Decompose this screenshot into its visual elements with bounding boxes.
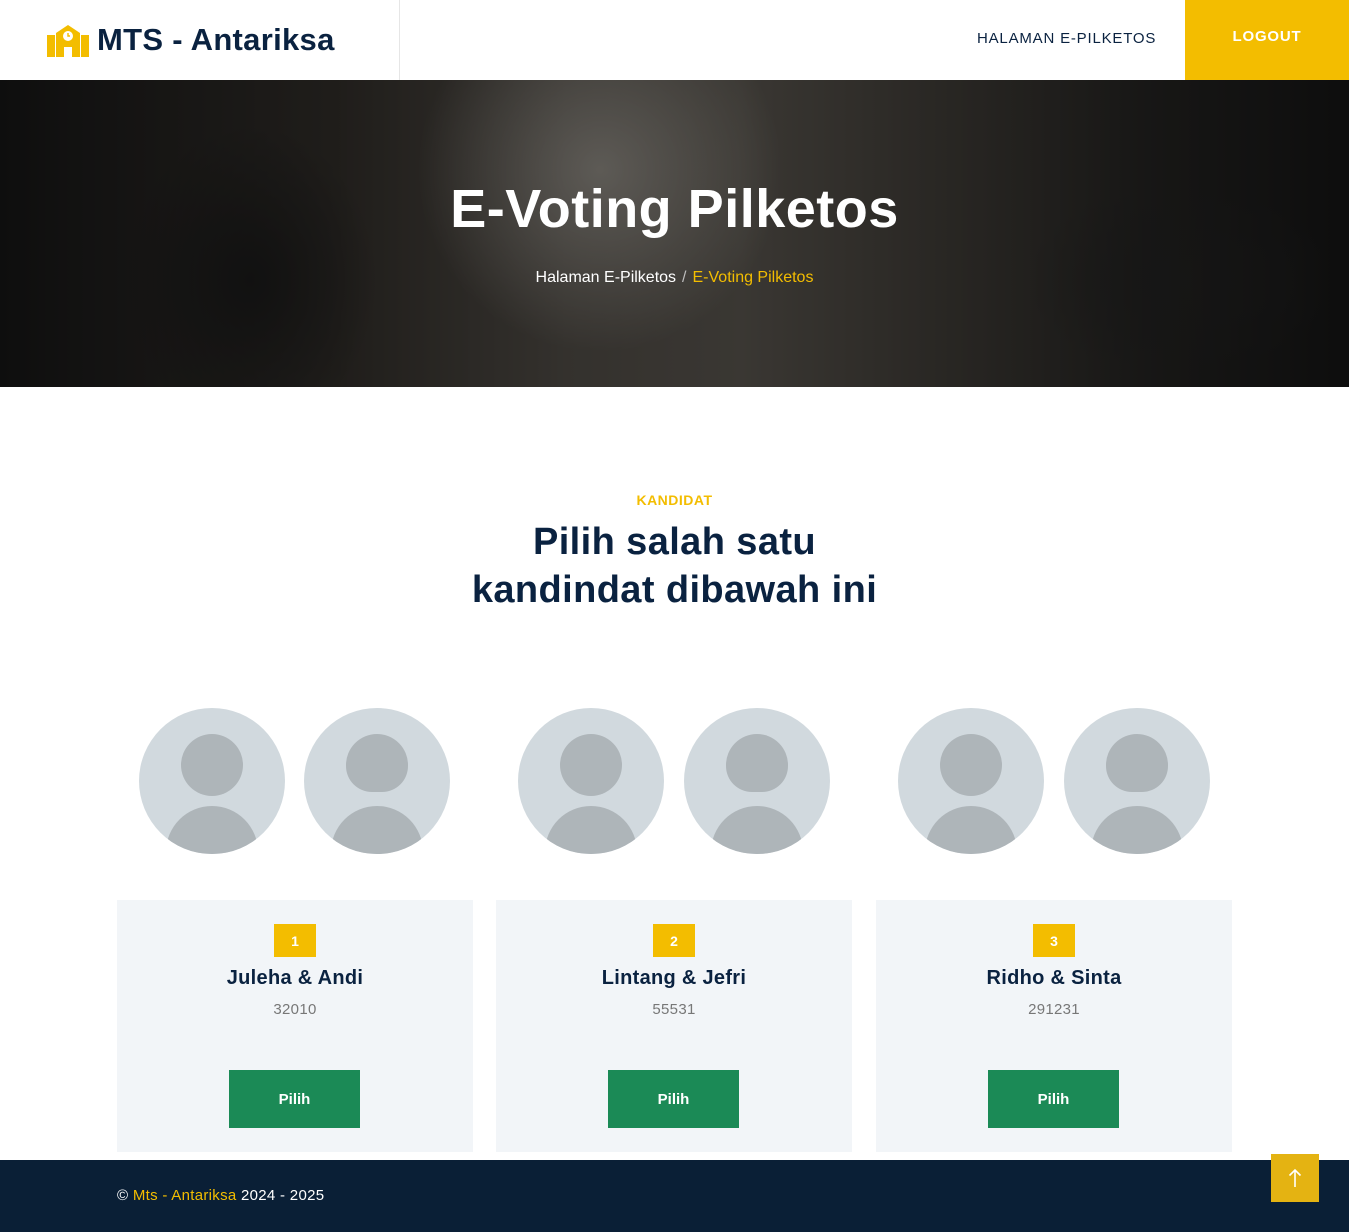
footer-copyright: © Mts - Antariksa 2024 - 2025 [117, 1187, 324, 1204]
user-placeholder-icon [560, 734, 622, 796]
candidate-card-3: 3 Ridho & Sinta 291231 Pilih [876, 900, 1232, 1152]
candidate-number-badge: 1 [274, 924, 316, 957]
candidate-card-2: 2 Lintang & Jefri 55531 Pilih [496, 900, 852, 1152]
brand[interactable]: MTS - Antariksa [0, 0, 400, 80]
candidate-name: Lintang & Jefri [601, 967, 747, 989]
logout-button[interactable]: LOGOUT [1185, 0, 1349, 80]
user-placeholder-icon [181, 734, 243, 796]
candidate-name: Ridho & Sinta [986, 967, 1122, 989]
pilih-button-2[interactable]: Pilih [608, 1070, 739, 1128]
footer-brand-link[interactable]: Mts - Antariksa [133, 1187, 237, 1204]
breadcrumb-current: E-Voting Pilketos [692, 269, 814, 286]
footer-years: 2024 - 2025 [241, 1187, 325, 1204]
top-header: MTS - Antariksa HALAMAN E-PILKETOS LOGOU… [0, 0, 1349, 80]
copyright-symbol: © [117, 1187, 129, 1204]
pilih-button-3[interactable]: Pilih [988, 1070, 1119, 1128]
breadcrumb-home[interactable]: Halaman E-Pilketos [536, 269, 677, 286]
candidate-1-avatar-a [139, 708, 285, 854]
section-label: KANDIDAT [636, 492, 713, 508]
section-title: Pilih salah satu kandindat dibawah ini [0, 518, 1349, 614]
candidate-3-avatar-a [898, 708, 1044, 854]
nav-halaman-e-pilketos[interactable]: HALAMAN E-PILKETOS [977, 30, 1156, 47]
section-title-line2: kandindat dibawah ini [471, 569, 878, 611]
candidate-number-badge: 3 [1033, 924, 1075, 957]
user-placeholder-icon [940, 734, 1002, 796]
candidate-3-avatar-b [1064, 708, 1210, 854]
pilih-button-1[interactable]: Pilih [229, 1070, 360, 1128]
candidate-name: Juleha & Andi [226, 967, 364, 989]
candidate-1-avatar-b [304, 708, 450, 854]
candidate-2-avatar-a [518, 708, 664, 854]
arrow-up-icon [1288, 1168, 1302, 1187]
breadcrumb-separator: / [682, 269, 687, 286]
candidate-code: 32010 [273, 1001, 317, 1018]
scroll-to-top-button[interactable] [1271, 1154, 1319, 1202]
brand-name: MTS - Antariksa [97, 22, 335, 57]
breadcrumb: Halaman E-Pilketos / E-Voting Pilketos [0, 269, 1349, 287]
school-building-icon [47, 25, 89, 57]
candidate-number-badge: 2 [653, 924, 695, 957]
candidate-2-avatar-b [684, 708, 830, 854]
user-placeholder-icon [346, 734, 408, 792]
candidate-code: 55531 [652, 1001, 696, 1018]
candidate-code: 291231 [1028, 1001, 1080, 1018]
footer: © Mts - Antariksa 2024 - 2025 [0, 1160, 1349, 1232]
page-title: E-Voting Pilketos [450, 179, 899, 239]
user-placeholder-icon [726, 734, 788, 792]
hero-banner: E-Voting Pilketos Halaman E-Pilketos / E-V… [0, 80, 1349, 387]
section-title-line1: Pilih salah satu [532, 521, 817, 563]
candidate-card-1: 1 Juleha & Andi 32010 Pilih [117, 900, 473, 1152]
user-placeholder-icon [1106, 734, 1168, 792]
